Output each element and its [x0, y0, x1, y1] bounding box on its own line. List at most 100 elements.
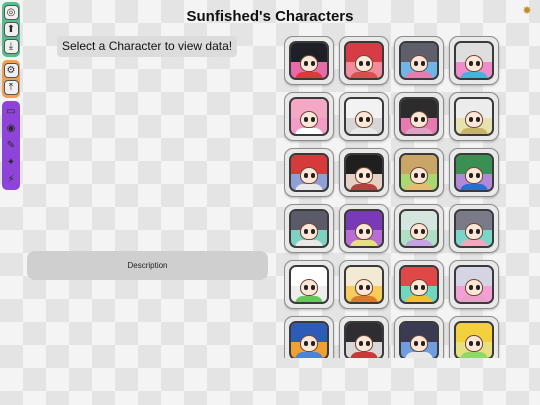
character-grid[interactable]	[284, 36, 504, 358]
portrait-eye	[311, 61, 315, 66]
portrait-face	[410, 55, 428, 72]
portrait-eye	[421, 61, 425, 66]
portrait-eye	[304, 61, 308, 66]
frame-icon[interactable]: ▭	[4, 104, 19, 119]
character-card-character-11[interactable]	[394, 148, 444, 197]
portrait-eye	[366, 229, 370, 234]
portrait-face	[300, 167, 318, 184]
portrait-eye	[476, 61, 480, 66]
toolbar-group-1: ◎ ⬆ ⤓	[2, 2, 20, 57]
portrait-face	[355, 335, 373, 352]
portrait-outfit	[295, 72, 323, 78]
portrait-outfit	[460, 128, 488, 134]
ring-icon[interactable]: ◎	[3, 5, 19, 20]
character-portrait	[454, 97, 494, 136]
gear-icon[interactable]: ✸	[521, 5, 533, 17]
character-card-character-18[interactable]	[339, 260, 389, 309]
color-icon[interactable]: ◉	[4, 121, 19, 136]
character-portrait	[289, 265, 329, 304]
up-icon[interactable]: ⤒	[3, 80, 19, 95]
portrait-outfit	[350, 72, 378, 78]
portrait-outfit	[295, 352, 323, 358]
character-card-character-4[interactable]	[449, 36, 499, 85]
brush-icon[interactable]: ✎	[4, 138, 19, 153]
character-portrait	[289, 321, 329, 358]
portrait-eye	[469, 173, 473, 178]
character-card-character-19[interactable]	[394, 260, 444, 309]
toolbar-group-3: ▭ ◉ ✎ ✦ ⚡	[2, 101, 20, 190]
portrait-eye	[476, 229, 480, 234]
portrait-eye	[311, 285, 315, 290]
sparkle-icon[interactable]: ✦	[4, 155, 19, 170]
portrait-face	[300, 279, 318, 296]
character-card-character-14[interactable]	[339, 204, 389, 253]
arrow-up-icon[interactable]: ⬆	[3, 22, 19, 37]
character-portrait	[399, 209, 439, 248]
character-card-character-20[interactable]	[449, 260, 499, 309]
portrait-face	[465, 335, 483, 352]
portrait-outfit	[405, 184, 433, 190]
character-portrait	[289, 153, 329, 192]
portrait-eye	[414, 285, 418, 290]
portrait-eye	[414, 229, 418, 234]
portrait-outfit	[460, 296, 488, 302]
character-card-character-3[interactable]	[394, 36, 444, 85]
character-portrait	[399, 265, 439, 304]
portrait-eye	[476, 117, 480, 122]
character-card-character-2[interactable]	[339, 36, 389, 85]
portrait-outfit	[460, 352, 488, 358]
character-card-character-17[interactable]	[284, 260, 334, 309]
download-icon[interactable]: ⤓	[3, 39, 19, 54]
portrait-eye	[366, 117, 370, 122]
portrait-outfit	[295, 184, 323, 190]
character-card-character-8[interactable]	[449, 92, 499, 141]
character-portrait	[289, 41, 329, 80]
portrait-face	[465, 55, 483, 72]
character-card-character-6[interactable]	[339, 92, 389, 141]
character-card-character-16[interactable]	[449, 204, 499, 253]
portrait-eye	[359, 341, 363, 346]
portrait-eye	[366, 173, 370, 178]
character-card-character-22[interactable]	[339, 316, 389, 358]
character-portrait	[399, 97, 439, 136]
character-card-character-1[interactable]	[284, 36, 334, 85]
character-portrait	[344, 265, 384, 304]
character-portrait	[399, 321, 439, 358]
portrait-eye	[421, 285, 425, 290]
character-card-character-21[interactable]	[284, 316, 334, 358]
page-title: Sunfished's Characters	[186, 8, 354, 25]
portrait-eye	[366, 61, 370, 66]
portrait-outfit	[405, 296, 433, 302]
portrait-outfit	[405, 128, 433, 134]
character-card-character-24[interactable]	[449, 316, 499, 358]
character-card-character-5[interactable]	[284, 92, 334, 141]
portrait-eye	[359, 117, 363, 122]
portrait-face	[410, 111, 428, 128]
character-card-character-9[interactable]	[284, 148, 334, 197]
portrait-eye	[469, 341, 473, 346]
character-portrait	[454, 209, 494, 248]
portrait-eye	[311, 341, 315, 346]
portrait-outfit	[350, 128, 378, 134]
character-portrait	[344, 97, 384, 136]
portrait-face	[465, 167, 483, 184]
character-card-character-7[interactable]	[394, 92, 444, 141]
portrait-face	[465, 279, 483, 296]
character-portrait	[344, 153, 384, 192]
magic-icon[interactable]: ⚡	[4, 172, 19, 187]
character-card-character-23[interactable]	[394, 316, 444, 358]
character-card-character-10[interactable]	[339, 148, 389, 197]
portrait-face	[300, 111, 318, 128]
character-card-character-13[interactable]	[284, 204, 334, 253]
character-card-character-12[interactable]	[449, 148, 499, 197]
portrait-eye	[421, 229, 425, 234]
portrait-face	[355, 167, 373, 184]
character-card-character-15[interactable]	[394, 204, 444, 253]
portrait-eye	[421, 173, 425, 178]
portrait-face	[410, 167, 428, 184]
portrait-eye	[476, 173, 480, 178]
portrait-face	[410, 223, 428, 240]
portrait-eye	[304, 285, 308, 290]
settings-icon[interactable]: ⚙	[3, 63, 19, 78]
portrait-face	[355, 223, 373, 240]
